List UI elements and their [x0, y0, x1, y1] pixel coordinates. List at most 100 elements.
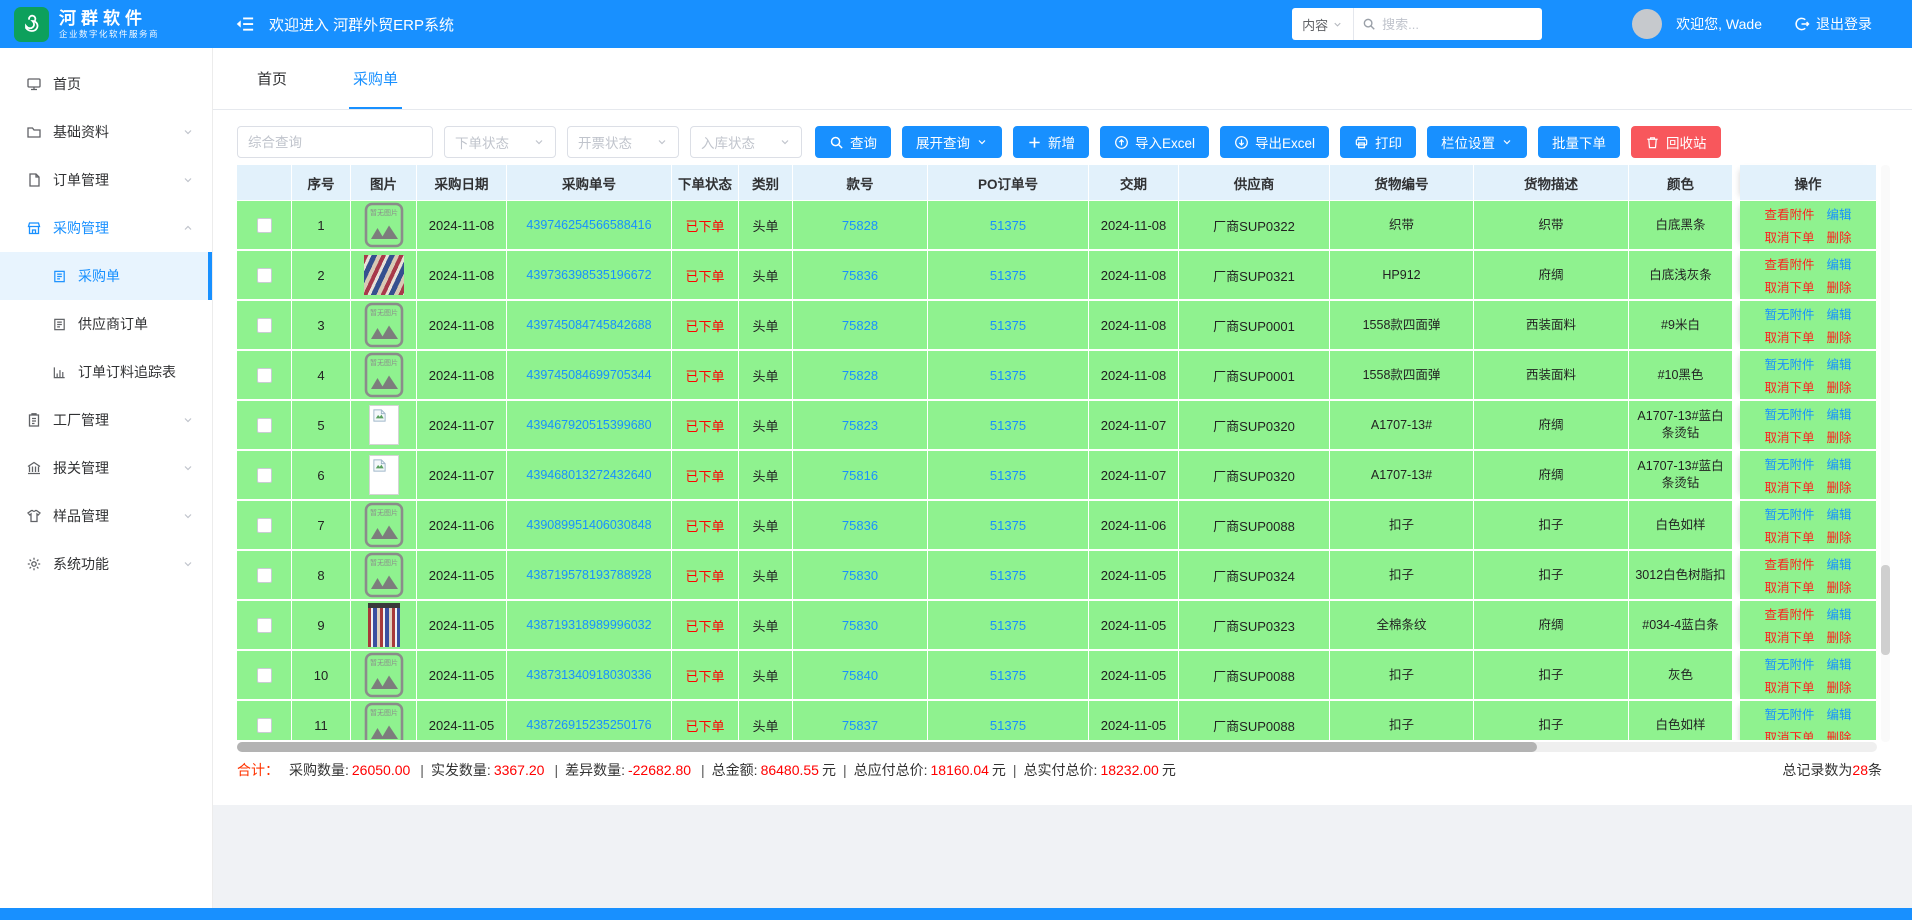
- cancel-order-link[interactable]: 取消下单: [1764, 677, 1814, 696]
- combined-query-input[interactable]: [237, 126, 433, 158]
- recycle-bin-button[interactable]: 回收站: [1631, 126, 1721, 158]
- delete-link[interactable]: 删除: [1827, 727, 1852, 740]
- column-settings-button[interactable]: 栏位设置: [1427, 126, 1527, 158]
- sidebar-item-sample-mgmt[interactable]: 样品管理: [0, 492, 212, 540]
- style-no-link[interactable]: 75828: [842, 368, 878, 383]
- attachment-link[interactable]: 暂无附件: [1764, 354, 1814, 373]
- search-category-dropdown[interactable]: 内容: [1292, 8, 1354, 40]
- attachment-link[interactable]: 暂无附件: [1764, 504, 1814, 523]
- purchase-no-link[interactable]: 439089951406030848: [526, 517, 651, 534]
- add-button[interactable]: 新增: [1013, 126, 1089, 158]
- product-photo[interactable]: [364, 255, 404, 295]
- edit-link[interactable]: 编辑: [1827, 254, 1852, 273]
- edit-link[interactable]: 编辑: [1827, 654, 1852, 673]
- style-no-link[interactable]: 75836: [842, 518, 878, 533]
- po-no-link[interactable]: 51375: [990, 218, 1026, 233]
- style-no-link[interactable]: 75828: [842, 318, 878, 333]
- cancel-order-link[interactable]: 取消下单: [1764, 577, 1814, 596]
- edit-link[interactable]: 编辑: [1827, 304, 1852, 323]
- delete-link[interactable]: 删除: [1827, 627, 1852, 646]
- edit-link[interactable]: 编辑: [1827, 604, 1852, 623]
- row-checkbox[interactable]: [257, 418, 272, 433]
- cancel-order-link[interactable]: 取消下单: [1764, 727, 1814, 740]
- cancel-order-link[interactable]: 取消下单: [1764, 327, 1814, 346]
- purchase-no-link[interactable]: 438726915235250176: [526, 717, 651, 734]
- product-photo[interactable]: [368, 603, 400, 647]
- delete-link[interactable]: 删除: [1827, 227, 1852, 246]
- style-no-link[interactable]: 75830: [842, 568, 878, 583]
- invoice-status-select[interactable]: 开票状态: [567, 126, 679, 158]
- export-excel-button[interactable]: 导出Excel: [1220, 126, 1329, 158]
- delete-link[interactable]: 删除: [1827, 377, 1852, 396]
- style-no-link[interactable]: 75840: [842, 668, 878, 683]
- cancel-order-link[interactable]: 取消下单: [1764, 227, 1814, 246]
- edit-link[interactable]: 编辑: [1827, 554, 1852, 573]
- purchase-no-link[interactable]: 439467920515399680: [526, 417, 651, 434]
- style-no-link[interactable]: 75837: [842, 718, 878, 733]
- po-no-link[interactable]: 51375: [990, 668, 1026, 683]
- sidebar-item-order-mgmt[interactable]: 订单管理: [0, 156, 212, 204]
- purchase-no-link[interactable]: 439746254566588416: [526, 217, 651, 234]
- search-button[interactable]: 查询: [815, 126, 891, 158]
- row-checkbox[interactable]: [257, 618, 272, 633]
- delete-link[interactable]: 删除: [1827, 427, 1852, 446]
- style-no-link[interactable]: 75836: [842, 268, 878, 283]
- attachment-link[interactable]: 查看附件: [1764, 554, 1814, 573]
- logout-button[interactable]: 退出登录: [1794, 14, 1872, 34]
- sidebar-item-base-data[interactable]: 基础资料: [0, 108, 212, 156]
- sidebar-item-home[interactable]: 首页: [0, 60, 212, 108]
- purchase-no-link[interactable]: 438719578193788928: [526, 567, 651, 584]
- po-no-link[interactable]: 51375: [990, 468, 1026, 483]
- delete-link[interactable]: 删除: [1827, 477, 1852, 496]
- edit-link[interactable]: 编辑: [1827, 454, 1852, 473]
- sidebar-item-factory-mgmt[interactable]: 工厂管理: [0, 396, 212, 444]
- stockin-status-select[interactable]: 入库状态: [690, 126, 802, 158]
- vertical-scrollbar[interactable]: [1881, 165, 1890, 742]
- batch-order-button[interactable]: 批量下单: [1538, 126, 1620, 158]
- sidebar-collapse-icon[interactable]: [235, 14, 255, 34]
- po-no-link[interactable]: 51375: [990, 718, 1026, 733]
- tab-home[interactable]: 首页: [253, 48, 291, 109]
- row-checkbox[interactable]: [257, 468, 272, 483]
- row-checkbox[interactable]: [257, 568, 272, 583]
- po-no-link[interactable]: 51375: [990, 268, 1026, 283]
- attachment-link[interactable]: 查看附件: [1764, 254, 1814, 273]
- tab-purchase-order[interactable]: 采购单: [349, 48, 402, 109]
- sidebar-subitem-supplier-order[interactable]: 供应商订单: [0, 300, 212, 348]
- attachment-link[interactable]: 暂无附件: [1764, 704, 1814, 723]
- row-checkbox[interactable]: [257, 718, 272, 733]
- attachment-link[interactable]: 查看附件: [1764, 604, 1814, 623]
- import-excel-button[interactable]: 导入Excel: [1100, 126, 1209, 158]
- cancel-order-link[interactable]: 取消下单: [1764, 477, 1814, 496]
- row-checkbox[interactable]: [257, 668, 272, 683]
- purchase-no-link[interactable]: 438719318989996032: [526, 617, 651, 634]
- po-no-link[interactable]: 51375: [990, 518, 1026, 533]
- cancel-order-link[interactable]: 取消下单: [1764, 427, 1814, 446]
- horizontal-scrollbar[interactable]: [237, 742, 1877, 752]
- sidebar-subitem-purchase-order[interactable]: 采购单: [0, 252, 212, 300]
- vertical-scrollbar-thumb[interactable]: [1881, 565, 1890, 655]
- attachment-link[interactable]: 查看附件: [1764, 204, 1814, 223]
- delete-link[interactable]: 删除: [1827, 527, 1852, 546]
- delete-link[interactable]: 删除: [1827, 277, 1852, 296]
- edit-link[interactable]: 编辑: [1827, 404, 1852, 423]
- cancel-order-link[interactable]: 取消下单: [1764, 627, 1814, 646]
- row-checkbox[interactable]: [257, 268, 272, 283]
- delete-link[interactable]: 删除: [1827, 577, 1852, 596]
- expand-search-button[interactable]: 展开查询: [902, 126, 1002, 158]
- sidebar-item-purchase-mgmt[interactable]: 采购管理: [0, 204, 212, 252]
- edit-link[interactable]: 编辑: [1827, 354, 1852, 373]
- purchase-no-link[interactable]: 439745084745842688: [526, 317, 651, 334]
- cancel-order-link[interactable]: 取消下单: [1764, 277, 1814, 296]
- sidebar-item-system-func[interactable]: 系统功能: [0, 540, 212, 588]
- order-status-select[interactable]: 下单状态: [444, 126, 556, 158]
- purchase-no-link[interactable]: 439745084699705344: [526, 367, 651, 384]
- edit-link[interactable]: 编辑: [1827, 204, 1852, 223]
- search-input[interactable]: [1376, 17, 1542, 32]
- row-checkbox[interactable]: [257, 518, 272, 533]
- horizontal-scrollbar-thumb[interactable]: [237, 742, 1537, 752]
- delete-link[interactable]: 删除: [1827, 677, 1852, 696]
- po-no-link[interactable]: 51375: [990, 318, 1026, 333]
- attachment-link[interactable]: 暂无附件: [1764, 304, 1814, 323]
- purchase-no-link[interactable]: 438731340918030336: [526, 667, 651, 684]
